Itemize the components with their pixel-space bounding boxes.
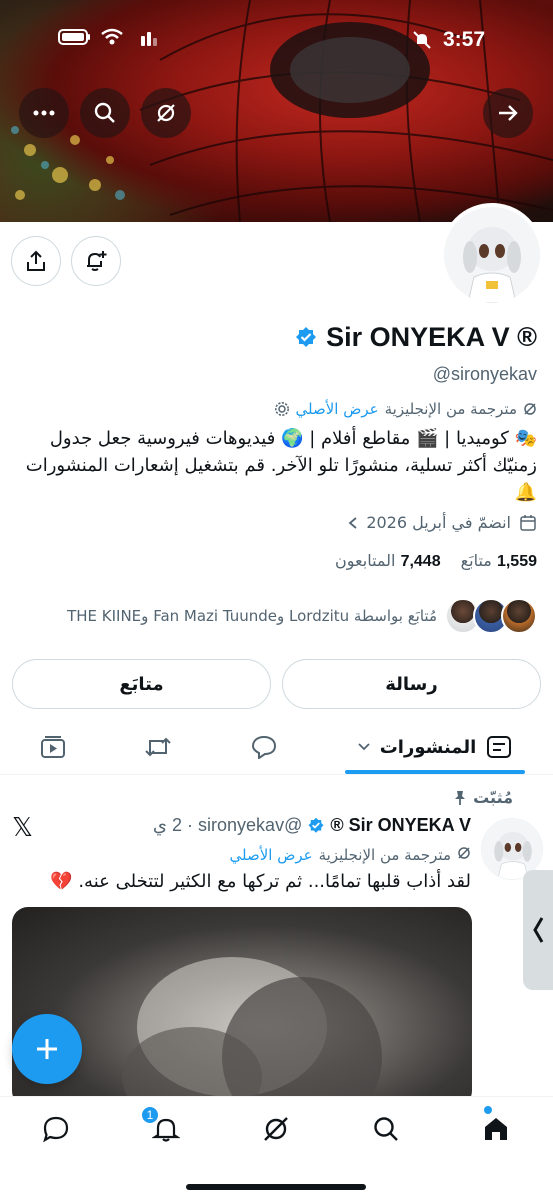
joined-date: انضمّ في أبريل 2026 bbox=[366, 513, 511, 532]
grok-icon bbox=[264, 1117, 288, 1141]
translate-icon bbox=[524, 403, 536, 415]
signal-icon bbox=[141, 32, 157, 46]
post-time: 2 ي bbox=[152, 815, 183, 835]
chevron-left-icon[interactable] bbox=[348, 516, 358, 530]
tab-media[interactable] bbox=[25, 722, 81, 772]
more-options-button[interactable] bbox=[19, 88, 69, 138]
wifi-icon bbox=[101, 28, 123, 45]
settings-icon[interactable] bbox=[274, 401, 290, 417]
post-separator: · bbox=[187, 815, 194, 835]
profile-tabs: المنشورات bbox=[0, 722, 553, 776]
repost-icon bbox=[145, 737, 171, 757]
bio-translation-row: مترجمة من الإنجليزية عرض الأصلي bbox=[274, 400, 537, 418]
following-label: متابَع bbox=[460, 551, 492, 570]
post-video[interactable] bbox=[12, 907, 472, 1107]
posts-tab-icon bbox=[487, 736, 512, 758]
profile-avatar[interactable] bbox=[440, 203, 544, 307]
profile-banner[interactable]: 3:57 bbox=[0, 0, 553, 222]
followed-by-avatars bbox=[445, 598, 537, 634]
arrow-right-icon bbox=[499, 105, 518, 121]
bell-plus-icon bbox=[87, 251, 107, 271]
search-button[interactable] bbox=[80, 88, 130, 138]
tab-reposts[interactable] bbox=[130, 722, 186, 772]
message-button[interactable]: رسالة bbox=[282, 659, 541, 709]
home-unread-dot bbox=[484, 1106, 492, 1114]
show-original-link[interactable]: عرض الأصلي bbox=[296, 400, 379, 418]
more-icon bbox=[33, 110, 55, 116]
nav-grok[interactable] bbox=[248, 1111, 304, 1147]
notify-button[interactable] bbox=[71, 236, 121, 286]
back-button[interactable] bbox=[483, 88, 533, 138]
video-tab-icon bbox=[41, 736, 65, 758]
post-translated-label: مترجمة من الإنجليزية bbox=[318, 846, 451, 864]
post-translation-row: مترجمة من الإنجليزية عرض الأصلي bbox=[230, 846, 471, 864]
battery-icon bbox=[58, 29, 90, 45]
post-header: Sir ONYEKA V ® @sironyekav · 2 ي bbox=[153, 815, 471, 836]
followed-by-text: مُتابَع بواسطة Lordzitu وFan Mazi Tuunde… bbox=[67, 607, 437, 625]
translated-label: مترجمة من الإنجليزية bbox=[384, 400, 517, 418]
home-indicator[interactable] bbox=[186, 1184, 366, 1190]
post-author-name[interactable]: Sir ONYEKA V ® bbox=[330, 815, 471, 836]
share-icon bbox=[27, 250, 45, 271]
post-author-handle: @sironyekav bbox=[198, 815, 303, 835]
chevron-down-icon bbox=[358, 743, 370, 751]
search-icon bbox=[374, 1117, 398, 1141]
profile-bio: 🎭 كوميديا | 🎬 مقاطع أفلام | 🌍 فيديوهات ف… bbox=[25, 428, 537, 503]
following-count: 1,559 bbox=[496, 553, 537, 570]
followers-count: 7,448 bbox=[400, 553, 441, 570]
display-name: Sir ONYEKA V ® bbox=[326, 322, 537, 352]
joined-date-row: انضمّ في أبريل 2026 bbox=[348, 513, 537, 532]
mute-bell-icon bbox=[413, 31, 431, 49]
nav-messages[interactable] bbox=[28, 1111, 84, 1147]
search-icon bbox=[94, 102, 115, 123]
pinned-label: مُثبّت bbox=[473, 788, 513, 807]
notifications-badge: 1 bbox=[140, 1105, 160, 1125]
plus-icon bbox=[37, 1039, 57, 1059]
status-bar: 3:57 bbox=[0, 0, 553, 80]
tabs-divider bbox=[0, 774, 553, 775]
post-text: لقد أذاب قلبها تمامًا... ثم تركها مع الك… bbox=[50, 871, 471, 892]
followers-stat[interactable]: 7,448 المتابعون bbox=[335, 551, 441, 571]
calendar-icon bbox=[520, 514, 536, 531]
verified-badge-icon bbox=[296, 326, 317, 347]
pin-icon bbox=[455, 790, 466, 805]
x-logo-icon: 𝕏 bbox=[12, 813, 33, 843]
following-stat[interactable]: 1,559 متابَع bbox=[461, 551, 537, 571]
followed-by-row[interactable]: مُتابَع بواسطة Lordzitu وFan Mazi Tuunde… bbox=[67, 598, 537, 634]
grok-icon bbox=[157, 104, 175, 122]
verified-badge-icon bbox=[308, 817, 324, 833]
following-button[interactable]: متابَع bbox=[12, 659, 271, 709]
status-time: 3:57 bbox=[442, 28, 485, 51]
avatar-image bbox=[444, 207, 540, 303]
translate-icon bbox=[458, 847, 470, 859]
compose-button[interactable] bbox=[12, 1014, 82, 1084]
chevron-left-icon bbox=[533, 917, 544, 943]
follower-avatar bbox=[501, 598, 537, 634]
message-icon bbox=[43, 1116, 69, 1143]
post-show-original-link[interactable]: عرض الأصلي bbox=[230, 846, 313, 864]
profile-stats: 1,559 متابَع 7,448 المتابعون bbox=[335, 551, 537, 571]
tab-posts-label: المنشورات bbox=[379, 736, 477, 758]
tab-replies[interactable] bbox=[236, 722, 292, 772]
side-panel-handle[interactable] bbox=[523, 870, 553, 990]
home-icon bbox=[485, 1118, 507, 1140]
share-button[interactable] bbox=[11, 236, 61, 286]
reply-icon bbox=[251, 735, 277, 759]
profile-handle: @sironyekav bbox=[432, 364, 537, 384]
nav-search[interactable] bbox=[358, 1111, 414, 1147]
nav-home[interactable] bbox=[468, 1111, 524, 1147]
grok-button[interactable] bbox=[141, 88, 191, 138]
video-frame bbox=[122, 957, 382, 1107]
pinned-label-row: مُثبّت bbox=[453, 788, 513, 807]
tab-posts[interactable]: المنشورات bbox=[350, 722, 520, 772]
profile-name-row: Sir ONYEKA V ® bbox=[294, 322, 537, 353]
followers-label: المتابعون bbox=[335, 551, 396, 570]
